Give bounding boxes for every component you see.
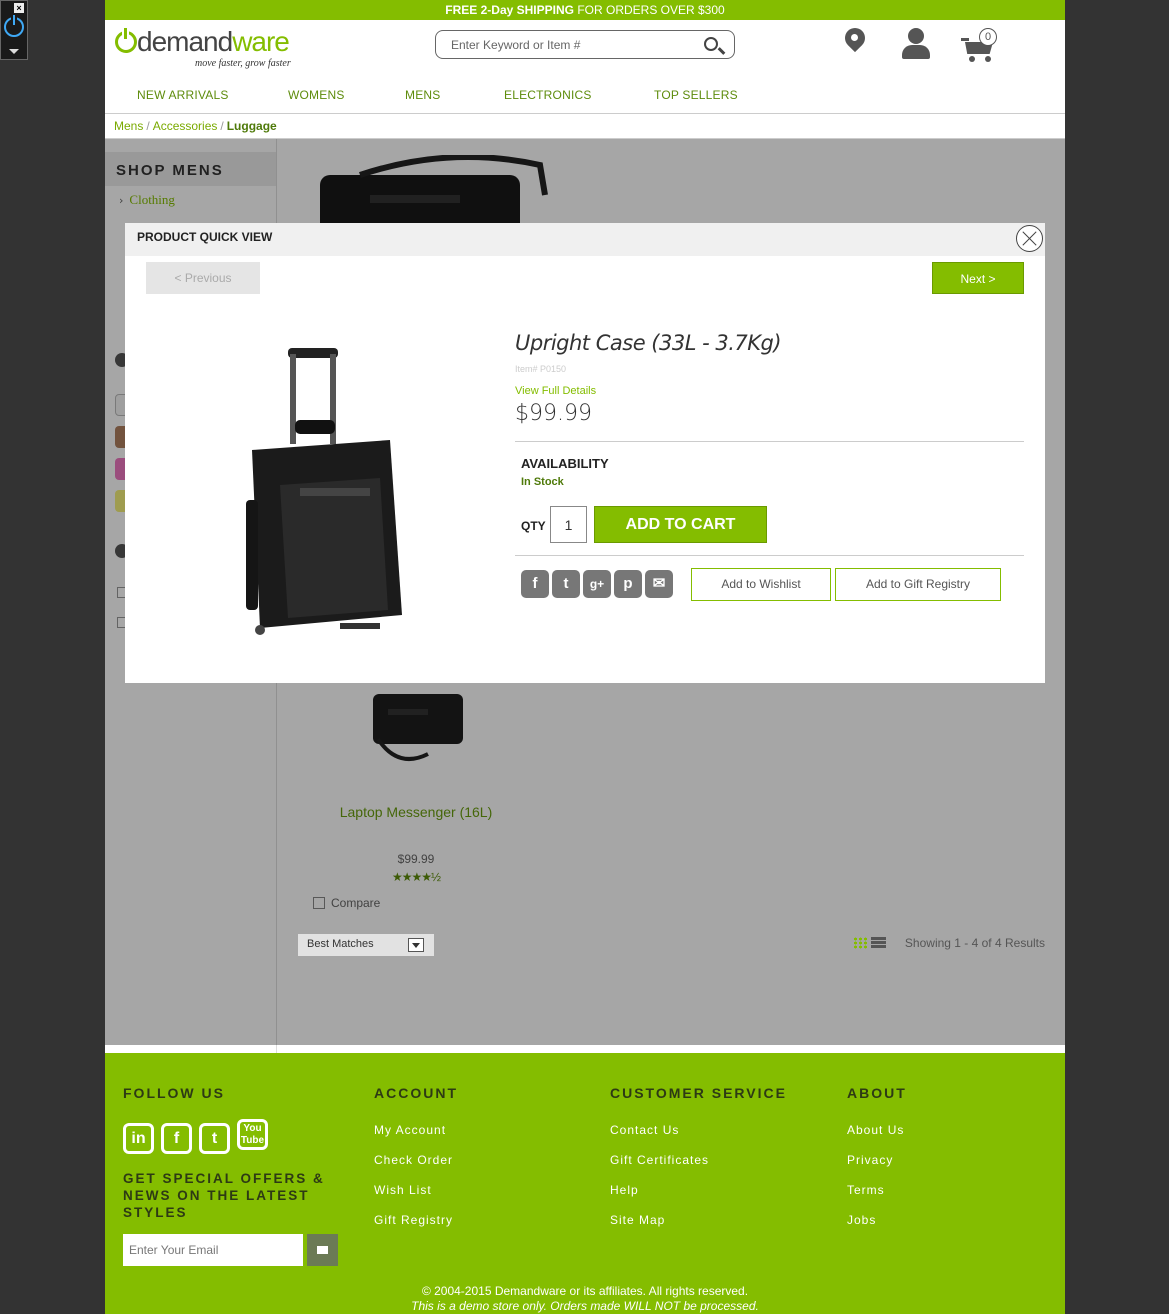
facebook-icon[interactable]: f bbox=[161, 1123, 192, 1154]
breadcrumb: Mens / Accessories / Luggage bbox=[105, 113, 1065, 139]
store-locator-icon[interactable] bbox=[840, 23, 870, 58]
close-icon[interactable]: × bbox=[14, 3, 24, 13]
offers-heading: GET SPECIAL OFFERS & NEWS ON THE LATEST … bbox=[123, 1171, 325, 1220]
grid-view-icon[interactable] bbox=[853, 936, 868, 949]
footer-about-title: ABOUT bbox=[847, 1085, 907, 1101]
availability-label: AVAILABILITY bbox=[521, 456, 609, 471]
google-plus-icon[interactable]: g+ bbox=[583, 570, 611, 598]
nav-mens[interactable]: MENS bbox=[405, 88, 440, 102]
site-header: demandware move faster, grow faster 0 NE… bbox=[105, 20, 1065, 113]
search-icon[interactable] bbox=[704, 37, 718, 51]
dropdown-arrow-icon[interactable] bbox=[9, 49, 19, 54]
close-icon[interactable] bbox=[1016, 225, 1043, 252]
next-button[interactable]: Next > bbox=[932, 262, 1024, 294]
chevron-down-icon[interactable] bbox=[408, 938, 424, 952]
nav-new-arrivals[interactable]: NEW ARRIVALS bbox=[137, 88, 229, 102]
email-field[interactable] bbox=[123, 1234, 303, 1266]
sort-select[interactable]: Best Matches bbox=[298, 934, 434, 956]
footer-about: ABOUT About Us Privacy Terms Jobs bbox=[847, 1085, 907, 1228]
quickview-modal: PRODUCT QUICK VIEW < Previous Next > Upr… bbox=[125, 223, 1045, 683]
footer-account-title: ACCOUNT bbox=[374, 1085, 458, 1101]
email-submit-button[interactable] bbox=[307, 1234, 338, 1266]
footer-follow-title: FOLLOW US bbox=[123, 1085, 225, 1101]
footer-link[interactable]: Site Map bbox=[610, 1213, 787, 1228]
footer-link[interactable]: Terms bbox=[847, 1183, 907, 1198]
footer-link[interactable]: Help bbox=[610, 1183, 787, 1198]
footer-service: CUSTOMER SERVICE Contact Us Gift Certifi… bbox=[610, 1085, 787, 1228]
promo-banner: FREE 2-Day SHIPPING FOR ORDERS OVER $300 bbox=[105, 0, 1065, 20]
nav-top-sellers[interactable]: TOP SELLERS bbox=[654, 88, 738, 102]
modal-title: PRODUCT QUICK VIEW bbox=[125, 223, 1045, 256]
promo-bold: FREE 2-Day SHIPPING bbox=[445, 3, 574, 17]
email-icon[interactable]: ✉ bbox=[645, 570, 673, 598]
footer-link[interactable]: Jobs bbox=[847, 1213, 907, 1228]
breadcrumb-luggage[interactable]: Luggage bbox=[227, 119, 277, 133]
sort-selected: Best Matches bbox=[307, 938, 374, 950]
footer-follow: FOLLOW US bbox=[123, 1085, 225, 1101]
footer-link[interactable]: About Us bbox=[847, 1123, 907, 1138]
product-price: $99.99 bbox=[515, 401, 592, 426]
footer-account: ACCOUNT My Account Check Order Wish List… bbox=[374, 1085, 458, 1228]
main-nav: NEW ARRIVALS WOMENS MENS ELECTRONICS TOP… bbox=[105, 84, 1065, 113]
youtube-icon[interactable]: You Tube bbox=[237, 1119, 268, 1150]
disclaimer: This is a demo store only. Orders made W… bbox=[411, 1299, 759, 1313]
footer-link[interactable]: Check Order bbox=[374, 1153, 458, 1168]
add-to-cart-button[interactable]: ADD TO CART bbox=[594, 506, 767, 543]
footer-service-title: CUSTOMER SERVICE bbox=[610, 1085, 787, 1101]
cart-icon[interactable]: 0 bbox=[961, 28, 999, 62]
list-view-icon[interactable] bbox=[871, 936, 886, 949]
product-title: Upright Case (33L - 3.7Kg) bbox=[515, 331, 782, 355]
results-count: Showing 1 - 4 of 4 Results bbox=[904, 936, 1045, 950]
linkedin-icon[interactable]: in bbox=[123, 1123, 154, 1154]
extension-widget[interactable]: × bbox=[0, 0, 28, 60]
previous-button[interactable]: < Previous bbox=[146, 262, 260, 294]
pinterest-icon[interactable]: p bbox=[614, 570, 642, 598]
logo-tagline: move faster, grow faster bbox=[195, 58, 291, 69]
cart-count-badge: 0 bbox=[979, 28, 997, 46]
logo-text-b: ware bbox=[232, 26, 290, 57]
view-toggle bbox=[853, 934, 889, 952]
promo-rest: FOR ORDERS OVER $300 bbox=[573, 3, 725, 17]
facebook-icon[interactable]: f bbox=[521, 570, 549, 598]
power-logo-icon bbox=[115, 28, 137, 53]
share-icons: f t g+ p ✉ bbox=[521, 570, 676, 598]
product-image[interactable] bbox=[240, 340, 410, 640]
search-box bbox=[435, 30, 735, 59]
account-icon[interactable] bbox=[902, 28, 930, 60]
qty-label: QTY bbox=[521, 519, 546, 533]
footer: FOLLOW US in f tYou Tube GET SPECIAL OFFERS… bbox=[105, 1053, 1065, 1314]
breadcrumb-mens[interactable]: Mens bbox=[114, 119, 143, 133]
breadcrumb-accessories[interactable]: Accessories bbox=[153, 119, 218, 133]
copyright: © 2004-2015 Demandware or its affiliates… bbox=[421, 1284, 749, 1298]
add-to-gift-registry-button[interactable]: Add to Gift Registry bbox=[835, 568, 1001, 601]
nav-womens[interactable]: WOMENS bbox=[288, 88, 345, 102]
logo-text-a: demand bbox=[137, 26, 233, 57]
social-links: in f tYou Tube bbox=[123, 1119, 275, 1154]
twitter-icon[interactable]: t bbox=[199, 1123, 230, 1154]
footer-link[interactable]: Contact Us bbox=[610, 1123, 787, 1138]
divider bbox=[515, 555, 1024, 556]
footer-link[interactable]: Gift Certificates bbox=[610, 1153, 787, 1168]
power-icon[interactable] bbox=[4, 15, 24, 37]
view-details-link[interactable]: View Full Details bbox=[515, 385, 596, 397]
search-input[interactable] bbox=[436, 31, 686, 58]
add-to-wishlist-button[interactable]: Add to Wishlist bbox=[691, 568, 831, 601]
item-number: Item# P0150 bbox=[515, 364, 567, 374]
quantity-input[interactable] bbox=[550, 506, 587, 543]
footer-link[interactable]: Privacy bbox=[847, 1153, 907, 1168]
twitter-icon[interactable]: t bbox=[552, 570, 580, 598]
footer-link[interactable]: Wish List bbox=[374, 1183, 458, 1198]
nav-electronics[interactable]: ELECTRONICS bbox=[504, 88, 592, 102]
availability-value: In Stock bbox=[521, 476, 564, 488]
divider bbox=[515, 441, 1024, 442]
footer-link[interactable]: Gift Registry bbox=[374, 1213, 458, 1228]
footer-link[interactable]: My Account bbox=[374, 1123, 458, 1138]
logo[interactable]: demandware move faster, grow faster bbox=[115, 26, 291, 69]
